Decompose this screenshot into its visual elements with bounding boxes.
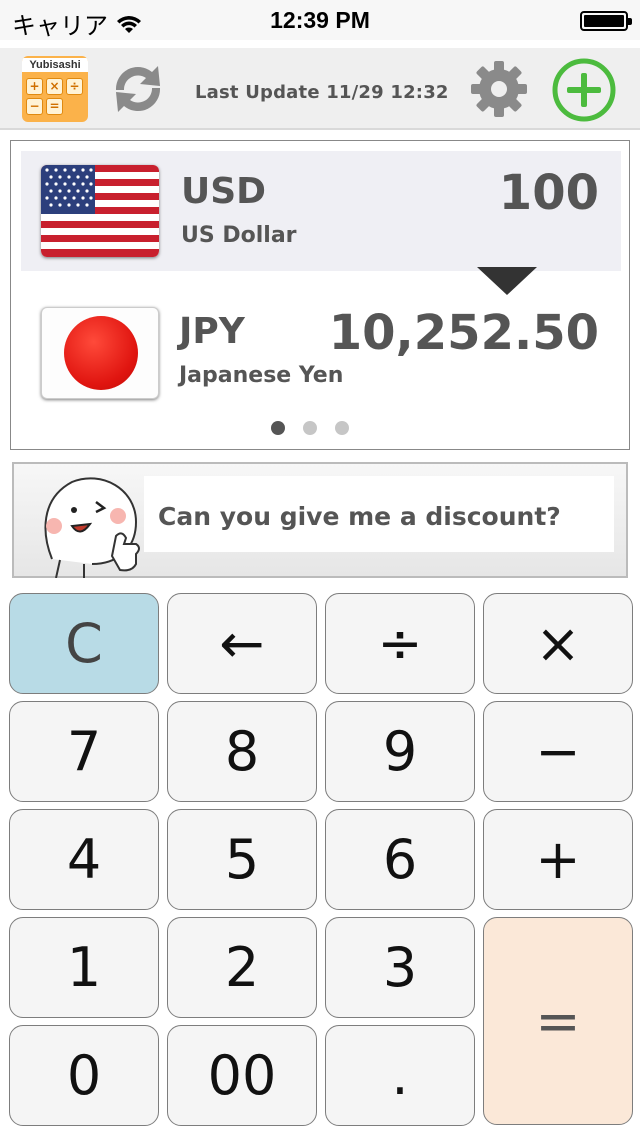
backspace-button[interactable]: ←: [167, 593, 317, 694]
equals-button[interactable]: =: [483, 917, 633, 1125]
digit-2-button[interactable]: 2: [167, 917, 317, 1018]
phrase-text: Can you give me a discount?: [158, 502, 561, 531]
status-time: 12:39 PM: [270, 7, 370, 33]
digit-1-button[interactable]: 1: [9, 917, 159, 1018]
divide-button[interactable]: ÷: [325, 593, 475, 694]
digit-0-button[interactable]: 0: [9, 1025, 159, 1126]
plus-button[interactable]: +: [483, 809, 633, 910]
minus-button[interactable]: −: [483, 701, 633, 802]
logo-key: ×: [46, 78, 63, 95]
status-bar: キャリア 12:39 PM: [0, 0, 640, 40]
page-dot[interactable]: [335, 421, 349, 435]
double-zero-button[interactable]: 00: [167, 1025, 317, 1126]
page-dot[interactable]: [303, 421, 317, 435]
page-indicator[interactable]: [271, 421, 349, 435]
last-update-label: Last Update 11/29 12:32: [195, 82, 449, 103]
digit-3-button[interactable]: 3: [325, 917, 475, 1018]
logo-key: −: [26, 98, 43, 115]
gear-icon[interactable]: [468, 58, 530, 120]
us-flag-icon: [41, 165, 159, 257]
to-currency-name: Japanese Yen: [179, 363, 344, 388]
app-logo[interactable]: Yubisashi + × ÷ − =: [22, 56, 88, 122]
logo-keys: + × ÷ − =: [26, 78, 83, 115]
logo-key: =: [46, 98, 63, 115]
to-amount: 10,252.50: [328, 305, 599, 361]
plus-circle-icon[interactable]: [552, 58, 616, 122]
page-dot[interactable]: [271, 421, 285, 435]
logo-key: ÷: [66, 78, 83, 95]
from-currency-code: USD: [181, 171, 267, 212]
digit-8-button[interactable]: 8: [167, 701, 317, 802]
phrase-banner[interactable]: Can you give me a discount?: [12, 462, 628, 578]
app-logo-text: Yubisashi: [22, 58, 88, 72]
mascot-illustration: [44, 477, 140, 578]
digit-4-button[interactable]: 4: [9, 809, 159, 910]
conversion-arrow-icon: [477, 267, 537, 295]
from-currency-name: US Dollar: [181, 223, 297, 248]
decimal-button[interactable]: .: [325, 1025, 475, 1126]
logo-key: +: [26, 78, 43, 95]
digit-9-button[interactable]: 9: [325, 701, 475, 802]
battery-icon: [580, 11, 632, 31]
clear-button[interactable]: C: [9, 593, 159, 694]
digit-7-button[interactable]: 7: [9, 701, 159, 802]
to-currency-code: JPY: [179, 311, 245, 352]
toolbar: Yubisashi + × ÷ − = Last Update 11/29 12…: [0, 48, 640, 130]
digit-5-button[interactable]: 5: [167, 809, 317, 910]
sync-icon[interactable]: [108, 60, 168, 118]
from-amount: 100: [498, 165, 599, 221]
digit-6-button[interactable]: 6: [325, 809, 475, 910]
multiply-button[interactable]: ×: [483, 593, 633, 694]
jp-flag-icon: [41, 307, 159, 399]
converter-card[interactable]: USD US Dollar 100 JPY Japanese Yen 10,25…: [10, 140, 630, 450]
